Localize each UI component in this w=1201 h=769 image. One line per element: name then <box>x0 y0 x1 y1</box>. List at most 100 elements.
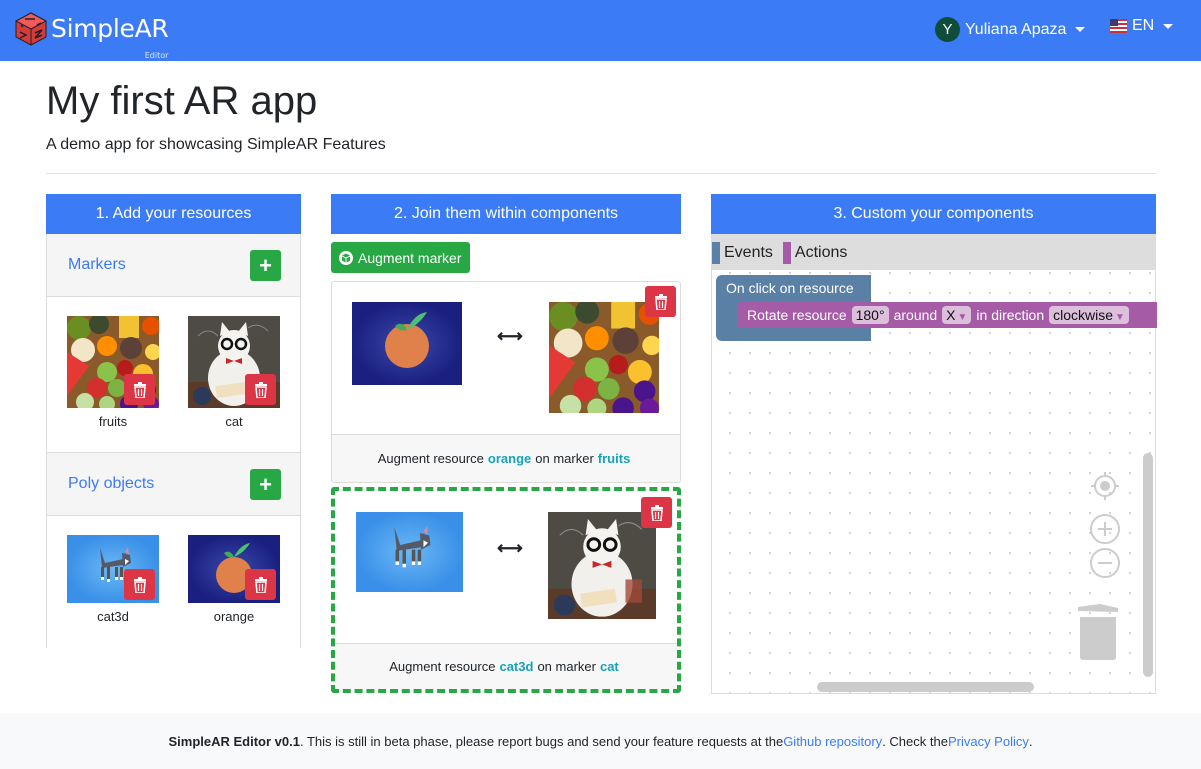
dropdown-arrow-icon: ▼ <box>957 312 968 323</box>
delete-marker-button[interactable] <box>245 374 276 405</box>
marker-name: fruits <box>597 451 631 466</box>
event-block-label: On click on resource <box>726 280 854 296</box>
cat3d-thumbnail <box>67 535 159 603</box>
step1-header: 1. Add your resources <box>46 194 301 234</box>
link-arrow-icon: ⟷ <box>497 326 523 346</box>
poly-list: cat3d orange <box>47 516 300 672</box>
trash-can-icon[interactable] <box>1076 603 1120 661</box>
action-text: in direction <box>976 307 1045 323</box>
language-menu[interactable]: EN <box>1110 17 1174 35</box>
cube-icon <box>339 250 353 265</box>
page-subtitle: A demo app for showcasing SimpleAR Featu… <box>46 136 386 153</box>
component-description: Augment resource cat3d on marker cat <box>335 643 677 689</box>
footer: SimpleAR Editor v0.1. This is still in b… <box>0 713 1201 769</box>
fruits-thumbnail <box>67 316 159 408</box>
fruits-marker-image <box>549 302 659 413</box>
link-arrow-icon: ⟷ <box>497 538 523 558</box>
recenter-icon[interactable] <box>1089 470 1121 502</box>
add-poly-button[interactable]: + <box>250 469 281 500</box>
delete-poly-button[interactable] <box>124 569 155 600</box>
marker-label: fruits <box>98 414 128 429</box>
trash-icon <box>254 576 267 593</box>
category-color-bar <box>782 241 791 264</box>
caret-down-icon <box>1163 23 1174 29</box>
divider <box>46 173 1156 174</box>
delete-component-button[interactable] <box>641 497 672 528</box>
simplear-logo-icon <box>15 12 47 46</box>
cat-thumbnail <box>188 316 280 408</box>
resource-name: cat3d <box>499 659 534 674</box>
marker-item-cat[interactable]: cat <box>188 316 280 429</box>
action-text: around <box>893 307 938 323</box>
marker-name: cat <box>599 659 619 674</box>
trash-icon <box>133 381 146 398</box>
angle-field[interactable]: 180° <box>851 306 889 324</box>
brand-subtitle: Editor <box>144 51 169 60</box>
blockly-toolbox: Events Actions <box>712 235 1155 270</box>
step3-header: 3. Custom your components <box>711 194 1156 234</box>
axis-value: X <box>946 307 956 323</box>
brand-title: SimpleAR <box>51 14 169 43</box>
add-marker-button[interactable]: + <box>250 250 281 281</box>
us-flag-icon <box>1110 19 1127 33</box>
blockly-workspace[interactable]: Events Actions On click on resource Rota… <box>711 234 1157 694</box>
trash-icon <box>133 576 146 593</box>
component-card-selected[interactable]: ⟷ Augment resource cat3d on marker cat <box>331 487 681 693</box>
desc-prefix: Augment resource <box>377 451 484 466</box>
brand[interactable]: SimpleAR Editor <box>15 12 169 61</box>
caret-down-icon <box>1075 27 1086 32</box>
language-label: EN <box>1132 17 1155 34</box>
desc-middle: on marker <box>537 659 596 674</box>
poly-title: Poly objects <box>68 475 155 492</box>
github-link[interactable]: Github repository <box>783 734 882 749</box>
augment-marker-button[interactable]: Augment marker <box>331 242 470 273</box>
orange-thumbnail <box>188 535 280 603</box>
user-menu[interactable]: Y Yuliana Apaza <box>935 17 1086 42</box>
dropdown-arrow-icon: ▼ <box>1115 312 1125 323</box>
footer-text: . This is still in beta phase, please re… <box>299 733 784 749</box>
toolbox-category-events[interactable]: Events <box>712 241 773 264</box>
resources-panel: Markers + fruits cat Poly objects + cat3… <box>46 234 301 648</box>
delete-component-button[interactable] <box>645 286 676 317</box>
horizontal-scrollbar[interactable] <box>817 682 1034 692</box>
footer-app-name: SimpleAR Editor v0.1 <box>168 733 300 749</box>
axis-dropdown[interactable]: X ▼ <box>942 306 972 324</box>
footer-text: . Check the <box>882 733 948 749</box>
delete-poly-button[interactable] <box>245 569 276 600</box>
user-name: Yuliana Apaza <box>965 20 1067 38</box>
marker-item-fruits[interactable]: fruits <box>67 316 159 429</box>
category-color-bar <box>712 241 720 264</box>
trash-icon <box>650 504 663 521</box>
component-body: ⟷ <box>335 491 677 643</box>
component-body: ⟷ <box>332 282 680 434</box>
avatar: Y <box>935 17 960 42</box>
footer-text: . <box>1028 733 1033 749</box>
delete-marker-button[interactable] <box>124 374 155 405</box>
zoom-in-icon[interactable] <box>1089 513 1121 545</box>
privacy-policy-link[interactable]: Privacy Policy <box>948 734 1029 749</box>
marker-label: cat <box>225 414 243 429</box>
direction-value: clockwise <box>1053 307 1114 323</box>
brand-name: SimpleAR Editor <box>51 14 169 61</box>
orange-resource-image <box>352 302 462 385</box>
cat-marker-image <box>548 512 656 619</box>
component-description: Augment resource orange on marker fruits <box>332 434 680 482</box>
step2-header: 2. Join them within components <box>331 194 681 234</box>
zoom-out-icon[interactable] <box>1089 547 1121 579</box>
vertical-scrollbar[interactable] <box>1143 453 1153 677</box>
desc-prefix: Augment resource <box>389 659 496 674</box>
action-text: Rotate resource <box>747 307 847 323</box>
poly-header: Poly objects + <box>47 453 300 516</box>
poly-item-cat3d[interactable]: cat3d <box>67 535 159 624</box>
poly-label: orange <box>213 609 255 624</box>
poly-label: cat3d <box>97 609 129 624</box>
desc-middle: on marker <box>535 451 594 466</box>
toolbox-category-actions[interactable]: Actions <box>782 241 847 264</box>
poly-item-orange[interactable]: orange <box>188 535 280 624</box>
cat3d-resource-image <box>356 512 463 592</box>
markers-header: Markers + <box>47 234 300 297</box>
direction-dropdown[interactable]: clockwise ▼ <box>1049 306 1129 324</box>
action-block[interactable]: Rotate resource 180° around X ▼ in direct… <box>737 302 1157 328</box>
component-card[interactable]: ⟷ Augment resource orange on marker fruits <box>331 281 681 483</box>
resource-name: orange <box>487 451 532 466</box>
